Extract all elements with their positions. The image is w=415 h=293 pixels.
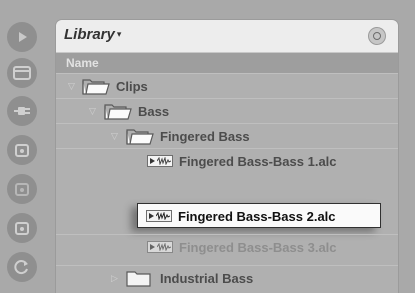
browser-panel: Library ▾ Name ▽ Clips ▽ Bass ▽ Fingered … bbox=[55, 19, 399, 293]
clip-file-icon bbox=[147, 155, 173, 167]
library-dropdown[interactable]: Library ▾ bbox=[64, 26, 121, 43]
play-icon[interactable] bbox=[7, 22, 37, 52]
tree-label-file-2: Fingered Bass-Bass 2.alc bbox=[178, 209, 336, 224]
chevron-down-icon: ▾ bbox=[116, 29, 122, 39]
folder-icon-1[interactable] bbox=[7, 135, 37, 165]
clip-file-icon bbox=[147, 241, 173, 253]
browser-header: Library ▾ bbox=[56, 20, 398, 52]
folder-open-icon bbox=[126, 129, 154, 145]
library-title: Library bbox=[64, 26, 115, 43]
tree-label-file-3: Fingered Bass-Bass 3.alc bbox=[179, 240, 337, 255]
tree-row-clips[interactable]: ▽ Clips bbox=[56, 73, 398, 98]
plug-icon[interactable] bbox=[7, 96, 37, 126]
tree-label-file-1: Fingered Bass-Bass 1.alc bbox=[179, 154, 337, 169]
folder-closed-icon bbox=[126, 271, 151, 287]
column-header-name[interactable]: Name bbox=[56, 52, 398, 73]
tree-row-file-2-selected[interactable]: Fingered Bass-Bass 2.alc bbox=[137, 203, 381, 228]
folder-open-icon bbox=[104, 104, 132, 120]
sidebar bbox=[0, 0, 52, 292]
tree-row-bass[interactable]: ▽ Bass bbox=[56, 98, 398, 123]
tree-row-industrial-bass[interactable]: ▷ Industrial Bass bbox=[56, 265, 398, 290]
folder-icon-2[interactable] bbox=[7, 174, 37, 204]
expand-triangle-icon[interactable]: ▽ bbox=[111, 131, 118, 142]
expand-triangle-icon[interactable]: ▽ bbox=[89, 106, 96, 117]
window-icon[interactable] bbox=[7, 58, 37, 88]
folder-icon-3[interactable] bbox=[7, 213, 37, 243]
tree-label-fingered-bass: Fingered Bass bbox=[160, 129, 250, 144]
collapse-triangle-icon[interactable]: ▷ bbox=[111, 273, 118, 284]
tree-label-bass: Bass bbox=[138, 104, 170, 119]
magnifier-icon[interactable] bbox=[368, 27, 386, 45]
expand-triangle-icon[interactable]: ▽ bbox=[68, 81, 75, 92]
refresh-icon[interactable] bbox=[7, 252, 37, 282]
tree-label-clips: Clips bbox=[116, 79, 148, 94]
clip-file-icon bbox=[146, 210, 172, 222]
tree-row-file-3[interactable]: Fingered Bass-Bass 3.alc bbox=[56, 234, 398, 259]
folder-open-icon bbox=[82, 79, 110, 95]
tree-row-file-1[interactable]: Fingered Bass-Bass 1.alc bbox=[56, 148, 398, 173]
column-header-label: Name bbox=[66, 56, 99, 70]
tree-label-industrial-bass: Industrial Bass bbox=[160, 271, 254, 286]
tree-row-fingered-bass[interactable]: ▽ Fingered Bass bbox=[56, 123, 398, 148]
